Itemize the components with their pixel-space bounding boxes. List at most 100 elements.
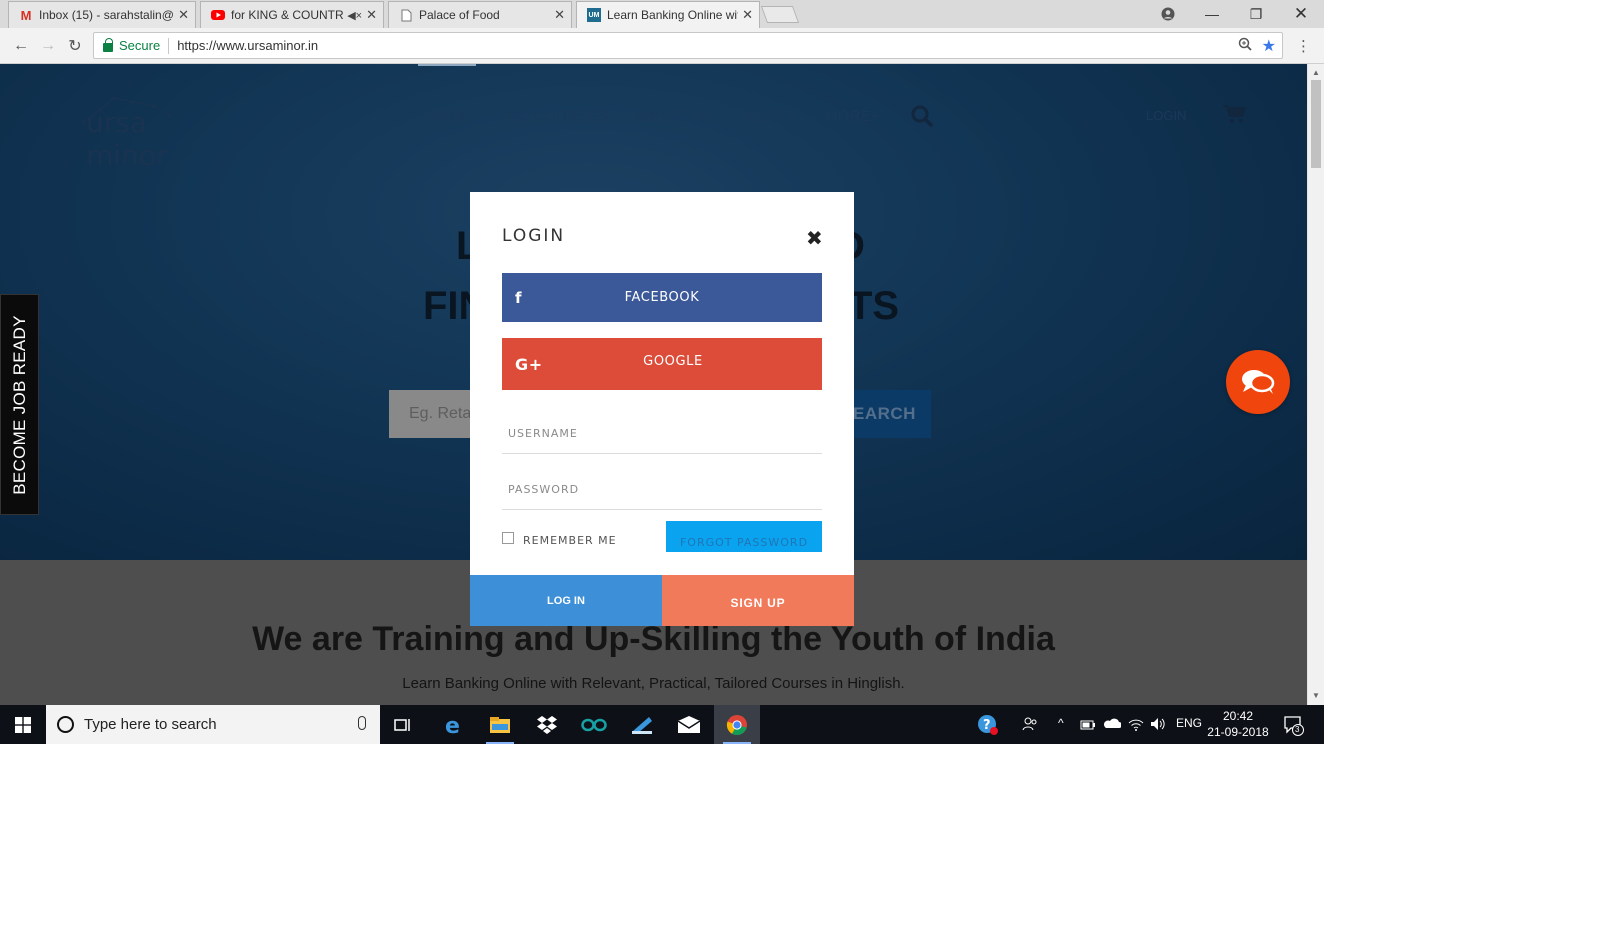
close-tab-icon[interactable]: ✕ [178, 7, 189, 23]
google-label: GOOGLE [643, 353, 703, 369]
nav-all-courses[interactable]: ALL COURSES [502, 108, 609, 125]
nav-about-us[interactable]: ABOUT US [634, 108, 712, 125]
app-icon[interactable] [619, 705, 665, 744]
page-viewport: ursa minor HOME ALL COURSES ABOUT US BLO… [0, 64, 1307, 705]
youtube-icon [211, 8, 225, 22]
address-bar[interactable]: Secure https://www.ursaminor.in ★ [93, 32, 1283, 59]
decorative-line [418, 64, 476, 66]
microphone-icon[interactable] [358, 716, 366, 730]
facebook-login-button[interactable]: f FACEBOOK [502, 273, 822, 322]
log-in-button[interactable]: LOG IN [470, 575, 662, 626]
close-tab-icon[interactable]: ✕ [554, 7, 565, 23]
svg-text:?: ? [983, 718, 991, 733]
remember-me-checkbox[interactable] [502, 531, 514, 544]
remember-me[interactable]: REMEMBER ME [502, 531, 617, 547]
scroll-thumb[interactable] [1311, 80, 1321, 168]
scroll-down-icon[interactable]: ▼ [1312, 691, 1320, 700]
chat-icon[interactable] [1226, 350, 1290, 414]
action-center-icon[interactable]: 3 [1283, 715, 1305, 742]
profile-icon[interactable] [1146, 0, 1190, 28]
close-tab-icon[interactable]: ✕ [742, 7, 753, 23]
forgot-password-button[interactable]: FORGOT PASSWORD [666, 521, 822, 552]
forward-icon[interactable]: → [37, 35, 59, 57]
tab-palace-of-food[interactable]: Palace of Food ✕ [388, 1, 572, 28]
windows-start-icon[interactable] [0, 705, 46, 744]
sign-up-button[interactable]: SIGN UP [662, 575, 854, 626]
become-job-ready-tab[interactable]: BECOME JOB READY [0, 294, 39, 515]
modal-title: LOGIN [502, 226, 566, 246]
logo-text: ursa minor [86, 106, 168, 172]
mail-icon[interactable] [666, 705, 712, 744]
new-tab-button[interactable] [760, 6, 800, 23]
cortana-icon [57, 716, 74, 733]
divider [168, 37, 170, 54]
course-search-input[interactable]: Eg. Reta [389, 390, 471, 438]
close-window-icon[interactable]: ✕ [1279, 0, 1323, 28]
section-subtitle: Learn Banking Online with Relevant, Prac… [402, 675, 905, 692]
wifi-icon[interactable] [1128, 717, 1144, 734]
svg-text:e: e [445, 714, 460, 736]
gmail-icon: M [20, 7, 32, 23]
username-field[interactable] [502, 414, 822, 454]
people-icon[interactable] [1022, 716, 1038, 735]
windows-taskbar: Type here to search e ? ^ ENG 20:42 21-0… [0, 705, 1324, 744]
battery-icon[interactable] [1080, 719, 1096, 733]
nav-blogs[interactable]: BLOGS [743, 108, 796, 125]
onedrive-icon[interactable] [1103, 718, 1122, 732]
notification-count: 3 [1295, 725, 1300, 734]
search-icon[interactable] [910, 104, 934, 133]
chrome-icon[interactable] [714, 705, 760, 744]
cart-icon[interactable] [1222, 104, 1247, 129]
password-field[interactable] [502, 470, 822, 510]
clock-date: 21-09-2018 [1207, 725, 1269, 739]
taskbar-search-box[interactable]: Type here to search [46, 705, 380, 744]
dropbox-icon[interactable] [524, 705, 570, 744]
page-scrollbar[interactable]: ▲ ▼ [1307, 64, 1324, 705]
tab-gmail[interactable]: M Inbox (15) - sarahstalin@ ✕ [8, 1, 196, 28]
volume-icon[interactable] [1150, 717, 1166, 734]
screen: M Inbox (15) - sarahstalin@ ✕ for KING &… [0, 0, 1324, 744]
close-tab-icon[interactable]: ✕ [366, 7, 377, 23]
tab-title: for KING & COUNTRY [231, 8, 344, 22]
browser-toolbar: ← → ↻ Secure https://www.ursaminor.in ★ … [0, 28, 1324, 64]
site-logo[interactable]: ursa minor [70, 88, 230, 172]
taskbar-search-placeholder: Type here to search [84, 716, 217, 733]
restore-icon[interactable]: ❐ [1234, 0, 1278, 28]
arduino-icon[interactable] [571, 705, 617, 744]
back-icon[interactable]: ← [10, 35, 32, 57]
task-view-icon[interactable] [380, 705, 426, 744]
um-icon: UM [587, 8, 601, 22]
clock[interactable]: 20:42 21-09-2018 [1200, 708, 1276, 740]
scroll-up-icon[interactable]: ▲ [1312, 68, 1320, 77]
course-search-button[interactable]: EARCH [853, 390, 931, 438]
close-icon[interactable]: ✖ [806, 226, 823, 251]
tab-title: Inbox (15) - sarahstalin@ [39, 8, 174, 22]
facebook-icon: f [515, 288, 523, 307]
speaker-muted-icon[interactable]: ◀× [347, 9, 362, 22]
reload-icon[interactable]: ↻ [64, 35, 86, 57]
tab-title: Palace of Food [419, 8, 500, 22]
remember-me-label: REMEMBER ME [523, 534, 617, 547]
tab-youtube[interactable]: for KING & COUNTRY ◀× ✕ [200, 1, 384, 28]
login-modal: LOGIN ✖ f FACEBOOK G+ GOOGLE REMEMBER ME… [470, 192, 854, 626]
browser-tab-strip: M Inbox (15) - sarahstalin@ ✕ for KING &… [0, 0, 1324, 28]
nav-login-link[interactable]: LOGIN [1146, 108, 1186, 123]
bookmark-star-icon[interactable]: ★ [1262, 36, 1276, 56]
secure-label: Secure [119, 38, 161, 53]
help-icon[interactable]: ? [977, 714, 999, 739]
minimize-icon[interactable]: — [1190, 0, 1234, 28]
zoom-icon[interactable] [1238, 37, 1252, 54]
hero-heading-fragment: TS [848, 284, 900, 328]
tab-ursa-minor[interactable]: UM Learn Banking Online wit ✕ [576, 1, 760, 28]
side-tab-label: BECOME JOB READY [10, 315, 29, 495]
chevron-up-icon[interactable]: ^ [1058, 716, 1064, 730]
file-explorer-icon[interactable] [477, 705, 523, 744]
nav-home[interactable]: HOME [425, 108, 471, 125]
lock-icon [103, 38, 113, 52]
edge-browser-icon[interactable]: e [430, 705, 476, 744]
language-indicator[interactable]: ENG [1176, 716, 1202, 730]
google-login-button[interactable]: G+ GOOGLE [502, 338, 822, 390]
browser-menu-icon[interactable]: ⋮ [1296, 37, 1311, 55]
google-plus-icon: G+ [515, 355, 543, 374]
nav-more[interactable]: MORE+ [825, 108, 880, 125]
